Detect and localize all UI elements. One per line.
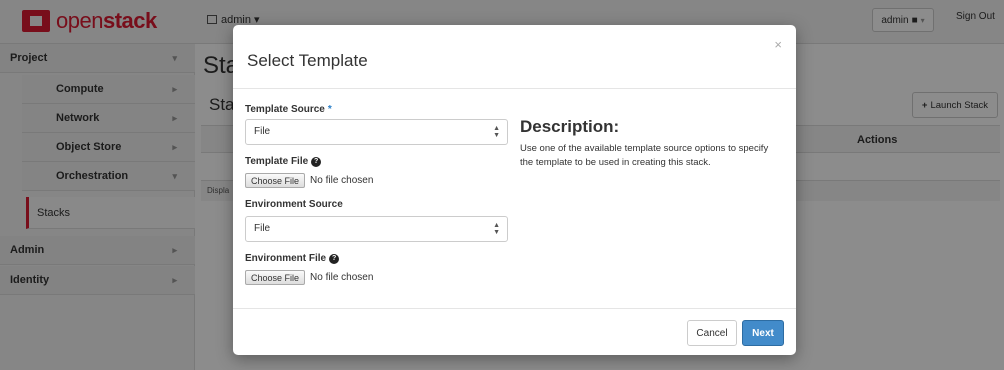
environment-source-value: File [254, 223, 271, 234]
template-file-label: Template File ? [245, 156, 322, 167]
close-icon[interactable]: × [774, 37, 782, 52]
template-source-value: File [254, 126, 271, 137]
description-title: Description: [520, 117, 620, 136]
modal-body: Template Source * File ▲ ▼ Template File … [233, 90, 796, 308]
environment-file-status: No file chosen [310, 272, 374, 283]
environment-source-label-text: Environment Source [245, 199, 343, 210]
template-file-label-text: Template File [245, 156, 309, 167]
modal-header: Select Template × [233, 25, 796, 89]
modal-title: Select Template [247, 51, 368, 70]
template-file-input: Choose File No file chosen [245, 173, 373, 188]
question-icon[interactable]: ? [329, 253, 340, 264]
cancel-button[interactable]: Cancel [687, 320, 737, 346]
next-button[interactable]: Next [742, 320, 784, 346]
modal-footer: Cancel Next [233, 308, 796, 355]
template-source-label: Template Source * [245, 104, 332, 115]
template-source-select[interactable]: File ▲ ▼ [245, 119, 508, 145]
template-choose-file-button[interactable]: Choose File [245, 173, 306, 188]
required-marker: * [327, 104, 332, 115]
environment-file-label-text: Environment File [245, 253, 327, 264]
select-template-modal: Select Template × Template Source * File… [233, 25, 796, 355]
select-arrows-icon: ▲ ▼ [493, 222, 500, 236]
environment-file-input: Choose File No file chosen [245, 270, 373, 285]
description-text: Use one of the available template source… [520, 143, 769, 168]
environment-source-label: Environment Source [245, 199, 343, 210]
select-arrows-icon: ▲ ▼ [493, 125, 500, 139]
template-file-status: No file chosen [310, 175, 374, 186]
question-icon[interactable]: ? [311, 156, 322, 167]
environment-choose-file-button[interactable]: Choose File [245, 270, 306, 285]
template-source-label-text: Template Source [245, 104, 325, 115]
environment-file-label: Environment File ? [245, 253, 340, 264]
environment-source-select[interactable]: File ▲ ▼ [245, 216, 508, 242]
